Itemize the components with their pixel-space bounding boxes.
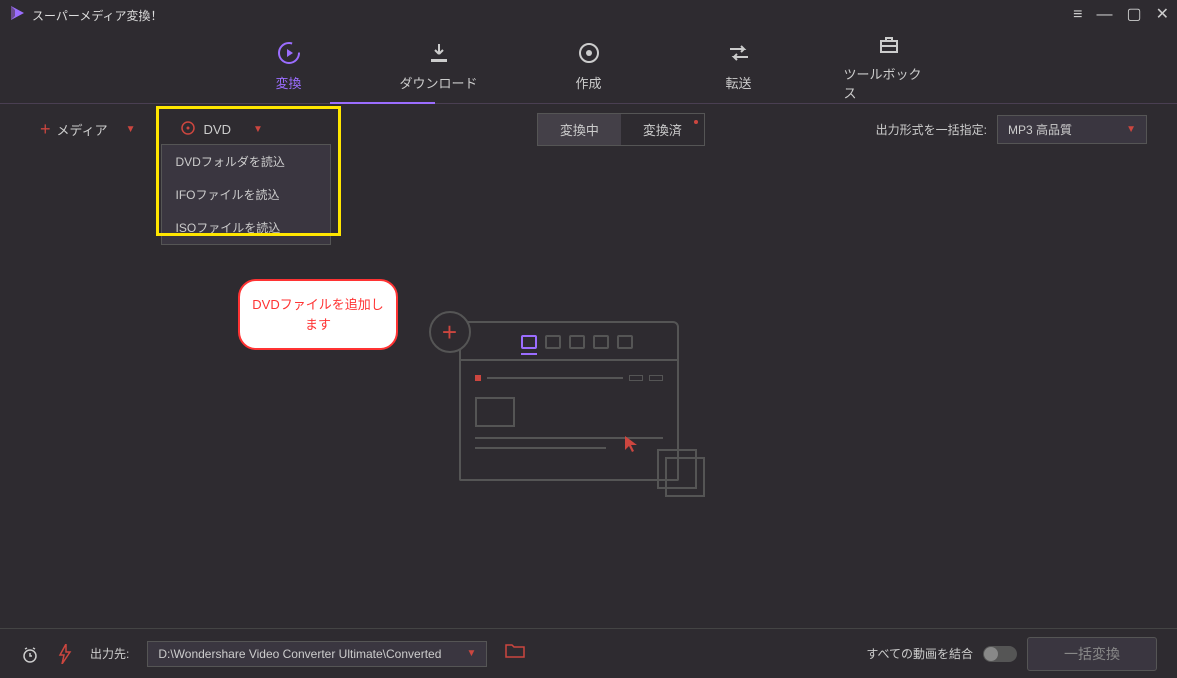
close-button[interactable]: ✕ (1156, 7, 1169, 23)
download-icon (427, 41, 451, 65)
tab-create[interactable]: 作成 (544, 41, 634, 92)
add-media-button[interactable]: + メディア ▼ (30, 114, 146, 145)
dvd-menu-load-iso[interactable]: ISOファイルを読込 (162, 211, 330, 244)
tab-convert[interactable]: 変換 (244, 41, 334, 92)
merge-section: すべての動画を結合 一括変換 (866, 637, 1157, 671)
illustration-line (475, 447, 607, 449)
tab-toolbox[interactable]: ツールボックス (844, 32, 934, 102)
footer-bar: 出力先: D:\Wondershare Video Converter Ulti… (0, 628, 1177, 678)
illustration-tabs-frame (459, 321, 679, 361)
illustration-body (459, 361, 679, 481)
caret-down-icon: ▼ (126, 124, 136, 135)
minimize-button[interactable]: ― (1096, 7, 1112, 23)
menu-icon[interactable]: ≡ (1073, 7, 1082, 23)
disc-icon (180, 120, 196, 139)
transfer-icon (727, 41, 751, 65)
illustration-tab (521, 335, 537, 349)
plus-icon: + (40, 119, 51, 140)
illustration-tab (617, 335, 633, 349)
status-tabs: 変換中 変換済 (537, 113, 705, 146)
tab-download[interactable]: ダウンロード (394, 41, 484, 92)
add-file-button[interactable]: + (429, 311, 471, 353)
output-format-label: 出力形式を一括指定: (876, 121, 987, 138)
tab-transfer-label: 転送 (725, 73, 751, 92)
status-tab-converted[interactable]: 変換済 (621, 114, 704, 145)
illustration-tab (593, 335, 609, 349)
toggle-knob (984, 647, 998, 661)
illustration-tab (545, 335, 561, 349)
batch-convert-button[interactable]: 一括変換 (1027, 637, 1157, 671)
dvd-dropdown-container: DVD ▼ DVDフォルダを読込 IFOファイルを読込 ISOファイルを読込 (166, 114, 277, 145)
open-folder-button[interactable] (505, 643, 525, 664)
illustration-box (629, 375, 643, 381)
status-tab-converted-label: 変換済 (643, 123, 682, 138)
tab-create-label: 作成 (575, 73, 601, 92)
illustration-tab (569, 335, 585, 349)
annotation-callout: DVDファイルを追加します (238, 279, 398, 350)
tab-transfer[interactable]: 転送 (694, 41, 784, 92)
dvd-menu-load-ifo[interactable]: IFOファイルを読込 (162, 178, 330, 211)
convert-icon (277, 41, 301, 65)
create-icon (577, 41, 601, 65)
tab-convert-label: 変換 (275, 73, 301, 92)
flash-icon[interactable] (58, 644, 72, 664)
maximize-button[interactable]: ▢ (1126, 7, 1141, 23)
illustration-thumb (475, 397, 515, 427)
tab-toolbox-label: ツールボックス (844, 64, 934, 102)
toolbar: + メディア ▼ DVD ▼ DVDフォルダを読込 IFOファイルを読込 ISO… (0, 104, 1177, 154)
illustration-dot (475, 375, 481, 381)
main-nav: 変換 ダウンロード 作成 転送 ツールボックス (0, 30, 1177, 104)
active-tab-indicator (330, 102, 435, 104)
callout-text: DVDファイルを追加します (252, 297, 383, 332)
output-format-value: MP3 高品質 (1008, 121, 1072, 138)
output-path-value: D:\Wondershare Video Converter Ultimate\… (158, 647, 441, 661)
output-path-label: 出力先: (90, 645, 129, 662)
dvd-dropdown-menu: DVDフォルダを読込 IFOファイルを読込 ISOファイルを読込 (161, 144, 331, 245)
callout-arrow (223, 244, 235, 293)
status-tab-converting[interactable]: 変換中 (538, 114, 621, 145)
illustration-box (649, 375, 663, 381)
app-logo-icon (8, 4, 26, 27)
dvd-menu-load-folder[interactable]: DVDフォルダを読込 (162, 145, 330, 178)
caret-down-icon: ▼ (1126, 124, 1136, 135)
tab-download-label: ダウンロード (399, 73, 477, 92)
schedule-icon[interactable] (20, 644, 40, 664)
plus-icon: + (442, 317, 457, 348)
notification-dot-icon (694, 120, 698, 124)
dvd-label: DVD (204, 122, 231, 137)
app-title: スーパーメディア変換！ (32, 7, 163, 24)
toolbox-icon (877, 32, 901, 56)
output-format-select[interactable]: MP3 高品質 ▼ (997, 115, 1147, 144)
output-format-section: 出力形式を一括指定: MP3 高品質 ▼ (876, 115, 1147, 144)
dvd-button[interactable]: DVD ▼ (166, 114, 277, 145)
merge-label: すべての動画を結合 (866, 645, 973, 662)
cursor-icon (625, 436, 639, 457)
illustration-frame (665, 457, 705, 497)
merge-toggle[interactable] (983, 646, 1017, 662)
empty-state-illustration: + (459, 301, 719, 501)
caret-down-icon: ▼ (466, 648, 476, 659)
title-bar: スーパーメディア変換！ ≡ ― ▢ ✕ (0, 0, 1177, 30)
output-path-select[interactable]: D:\Wondershare Video Converter Ultimate\… (147, 641, 487, 667)
caret-down-icon: ▼ (253, 124, 263, 135)
illustration-line (487, 377, 623, 379)
media-label: メディア (57, 120, 108, 139)
